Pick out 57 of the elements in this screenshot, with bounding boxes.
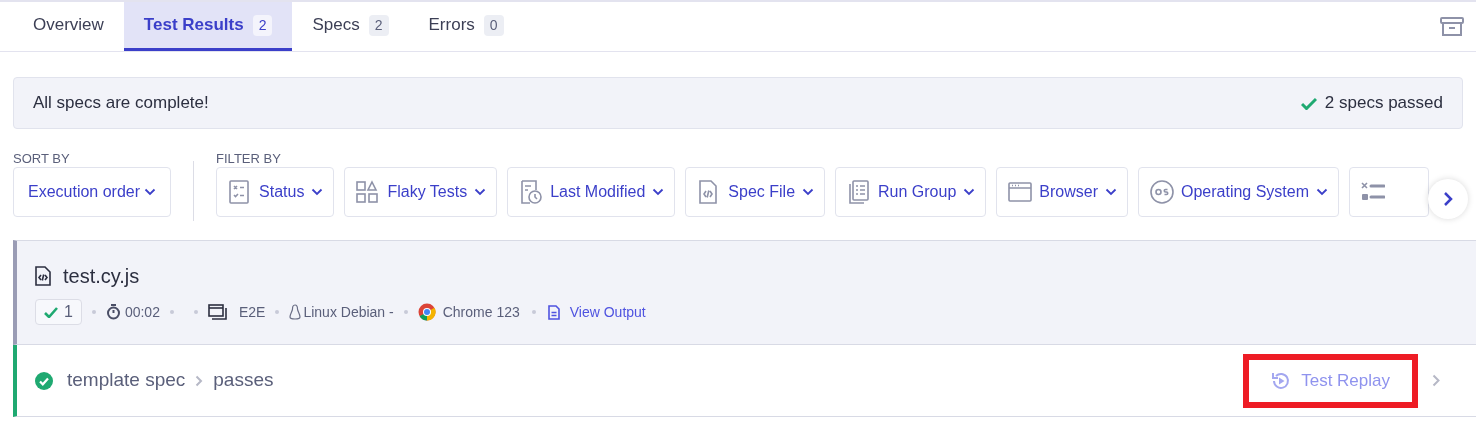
penguin-icon xyxy=(289,304,302,320)
testing-type: E2E xyxy=(238,302,266,322)
breadcrumb-text: passes xyxy=(213,368,274,393)
tab[interactable]: Overview xyxy=(13,2,124,51)
chevron-down-icon xyxy=(652,188,665,196)
tab[interactable]: Errors 0 xyxy=(408,2,524,51)
breadcrumb-text: template spec xyxy=(67,368,186,393)
filter-dropdown[interactable]: Spec File xyxy=(685,167,826,217)
count-badge: 2 xyxy=(252,14,273,36)
passed-summary: 2 specs passed xyxy=(1324,92,1443,115)
filter-dropdown[interactable]: Browser xyxy=(996,167,1128,217)
replay-icon xyxy=(1271,370,1292,391)
filter-label: FILTER BY xyxy=(216,151,282,167)
code-file-icon xyxy=(35,266,51,286)
filter-dropdown[interactable]: Last Modified xyxy=(507,167,676,217)
chevron-down-icon xyxy=(311,188,324,196)
window-icon xyxy=(1008,180,1033,204)
count-badge: 2 xyxy=(368,14,389,36)
tab[interactable]: Test Results 2 xyxy=(123,2,293,51)
passed-count: 1 xyxy=(64,302,73,322)
filter-dropdown[interactable]: Operating System xyxy=(1138,167,1340,217)
breadcrumb-chevron-icon xyxy=(195,374,204,387)
archive-icon[interactable] xyxy=(1440,16,1464,37)
sort-dropdown[interactable]: Execution order xyxy=(13,167,172,217)
spec-file-name: test.cy.js xyxy=(63,264,140,289)
view-output-link[interactable]: View Output xyxy=(569,301,646,323)
chevron-down-icon xyxy=(474,188,487,196)
os-circle-icon xyxy=(1150,180,1174,204)
calendar-clock-icon xyxy=(519,180,544,204)
filter-dropdown[interactable] xyxy=(1349,167,1430,217)
scroll-right-button[interactable] xyxy=(1428,179,1468,219)
chevron-down-icon xyxy=(1316,188,1329,196)
operating-system: Linux Debian - xyxy=(303,302,394,322)
chevron-down-icon xyxy=(1105,188,1117,196)
tab[interactable]: Specs 2 xyxy=(292,2,409,51)
stopwatch-icon xyxy=(105,304,121,320)
filter-dropdown[interactable]: Run Group xyxy=(835,167,987,217)
shapes-icon xyxy=(356,180,381,204)
filter-dropdown[interactable]: Status xyxy=(216,167,335,217)
banner-message: All specs are complete! xyxy=(33,92,209,115)
browser-logo-icon xyxy=(417,303,436,321)
document-icon xyxy=(547,304,560,320)
filter-dropdown[interactable]: Flaky Tests xyxy=(344,167,498,217)
browser-version: Chrome 123 xyxy=(442,302,520,322)
check-icon xyxy=(1300,96,1317,110)
chevron-right-icon xyxy=(1443,192,1453,206)
stacked-list-icon xyxy=(847,180,872,204)
duration: 00:02 xyxy=(124,302,160,322)
chevron-down-icon xyxy=(144,188,157,196)
check-icon xyxy=(44,306,58,318)
count-badge: 0 xyxy=(483,14,504,36)
window-icon xyxy=(207,304,227,320)
sort-label: SORT BY xyxy=(13,151,71,167)
chevron-down-icon xyxy=(963,188,976,196)
chevron-right-icon xyxy=(1432,374,1440,387)
test-row[interactable]: template spec passes Test Replay xyxy=(13,345,1476,417)
chevron-down-icon xyxy=(802,188,815,196)
